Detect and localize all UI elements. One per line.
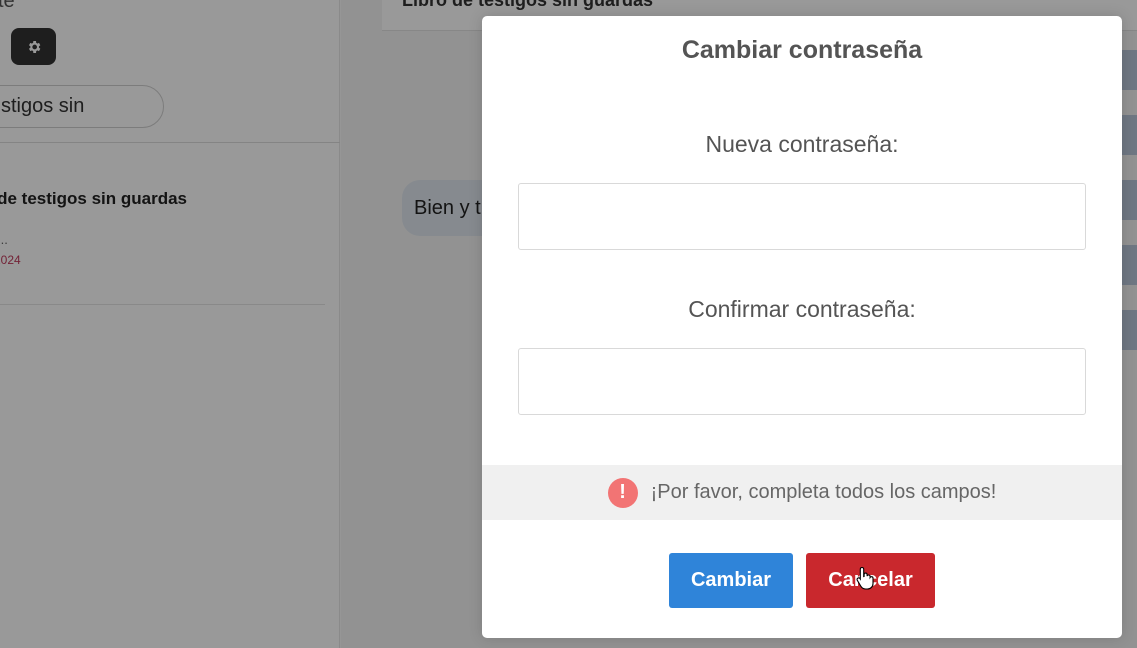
dialog-title: Cambiar contraseña [681, 36, 923, 64]
hand-pointer-icon [856, 566, 874, 590]
new-password-input[interactable] [518, 183, 1086, 250]
new-password-label: Nueva contraseña: [705, 131, 899, 157]
confirm-button[interactable]: Cambiar [669, 553, 793, 608]
validation-message: ¡Por favor, completa todos los campos! [650, 481, 997, 503]
confirm-password-label: Confirmar contraseña: [688, 296, 916, 322]
error-icon: ! [607, 477, 638, 508]
validation-message-bar: ! ¡Por favor, completa todos los campos! [482, 465, 1122, 520]
change-password-dialog: Cambiar contraseña Nueva contraseña: Con… [482, 16, 1122, 638]
confirm-password-input[interactable] [518, 348, 1086, 415]
